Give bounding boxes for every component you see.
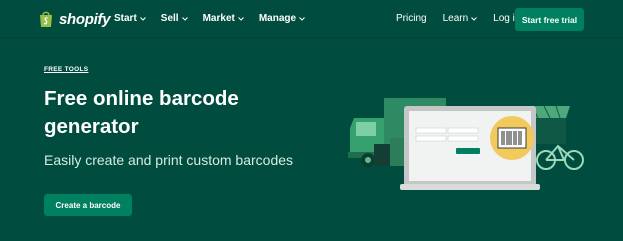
pricing-link[interactable]: Pricing bbox=[396, 13, 427, 24]
page: shopify Start Sell Market Manage Pricing… bbox=[0, 0, 623, 241]
chevron-down-icon bbox=[299, 16, 305, 21]
secondary-menu: Pricing Learn Log in bbox=[396, 13, 520, 24]
bicycle-illustration bbox=[536, 144, 584, 170]
page-title: Free online barcode generator bbox=[44, 87, 239, 138]
chevron-down-icon bbox=[139, 16, 146, 21]
menu-item-label: Start bbox=[114, 13, 137, 24]
menu-item-label: Market bbox=[202, 13, 235, 24]
menu-item-start[interactable]: Start bbox=[114, 13, 146, 24]
hero-subtitle: Easily create and print custom barcodes bbox=[44, 152, 294, 168]
chevron-down-icon bbox=[181, 16, 188, 21]
barcode-icon bbox=[490, 116, 534, 160]
chevron-down-icon bbox=[471, 16, 478, 21]
pricing-label: Pricing bbox=[396, 13, 427, 24]
create-barcode-button[interactable]: Create a barcode bbox=[44, 194, 132, 216]
shopping-bag-icon bbox=[40, 11, 52, 27]
menu-item-learn[interactable]: Learn bbox=[443, 13, 478, 24]
start-free-trial-button[interactable]: Start free trial bbox=[515, 8, 584, 31]
hero-content: FREE TOOLS Free online barcode generator… bbox=[44, 66, 294, 170]
learn-label: Learn bbox=[442, 13, 469, 24]
top-navigation: shopify Start Sell Market Manage Pricing… bbox=[0, 0, 623, 38]
menu-item-manage[interactable]: Manage bbox=[259, 13, 305, 24]
chevron-down-icon bbox=[237, 16, 244, 21]
menu-item-sell[interactable]: Sell bbox=[161, 13, 188, 24]
free-tools-link[interactable]: FREE TOOLS bbox=[44, 66, 294, 73]
box-illustration bbox=[374, 144, 392, 166]
hero-illustration bbox=[348, 98, 584, 190]
menu-item-label: Sell bbox=[160, 13, 179, 24]
menu-item-market[interactable]: Market bbox=[203, 13, 244, 24]
main-menu: Start Sell Market Manage bbox=[114, 13, 305, 24]
shopify-logo[interactable]: shopify bbox=[38, 10, 111, 28]
menu-item-label: Manage bbox=[258, 13, 297, 24]
logo-wordmark: shopify bbox=[59, 10, 111, 28]
